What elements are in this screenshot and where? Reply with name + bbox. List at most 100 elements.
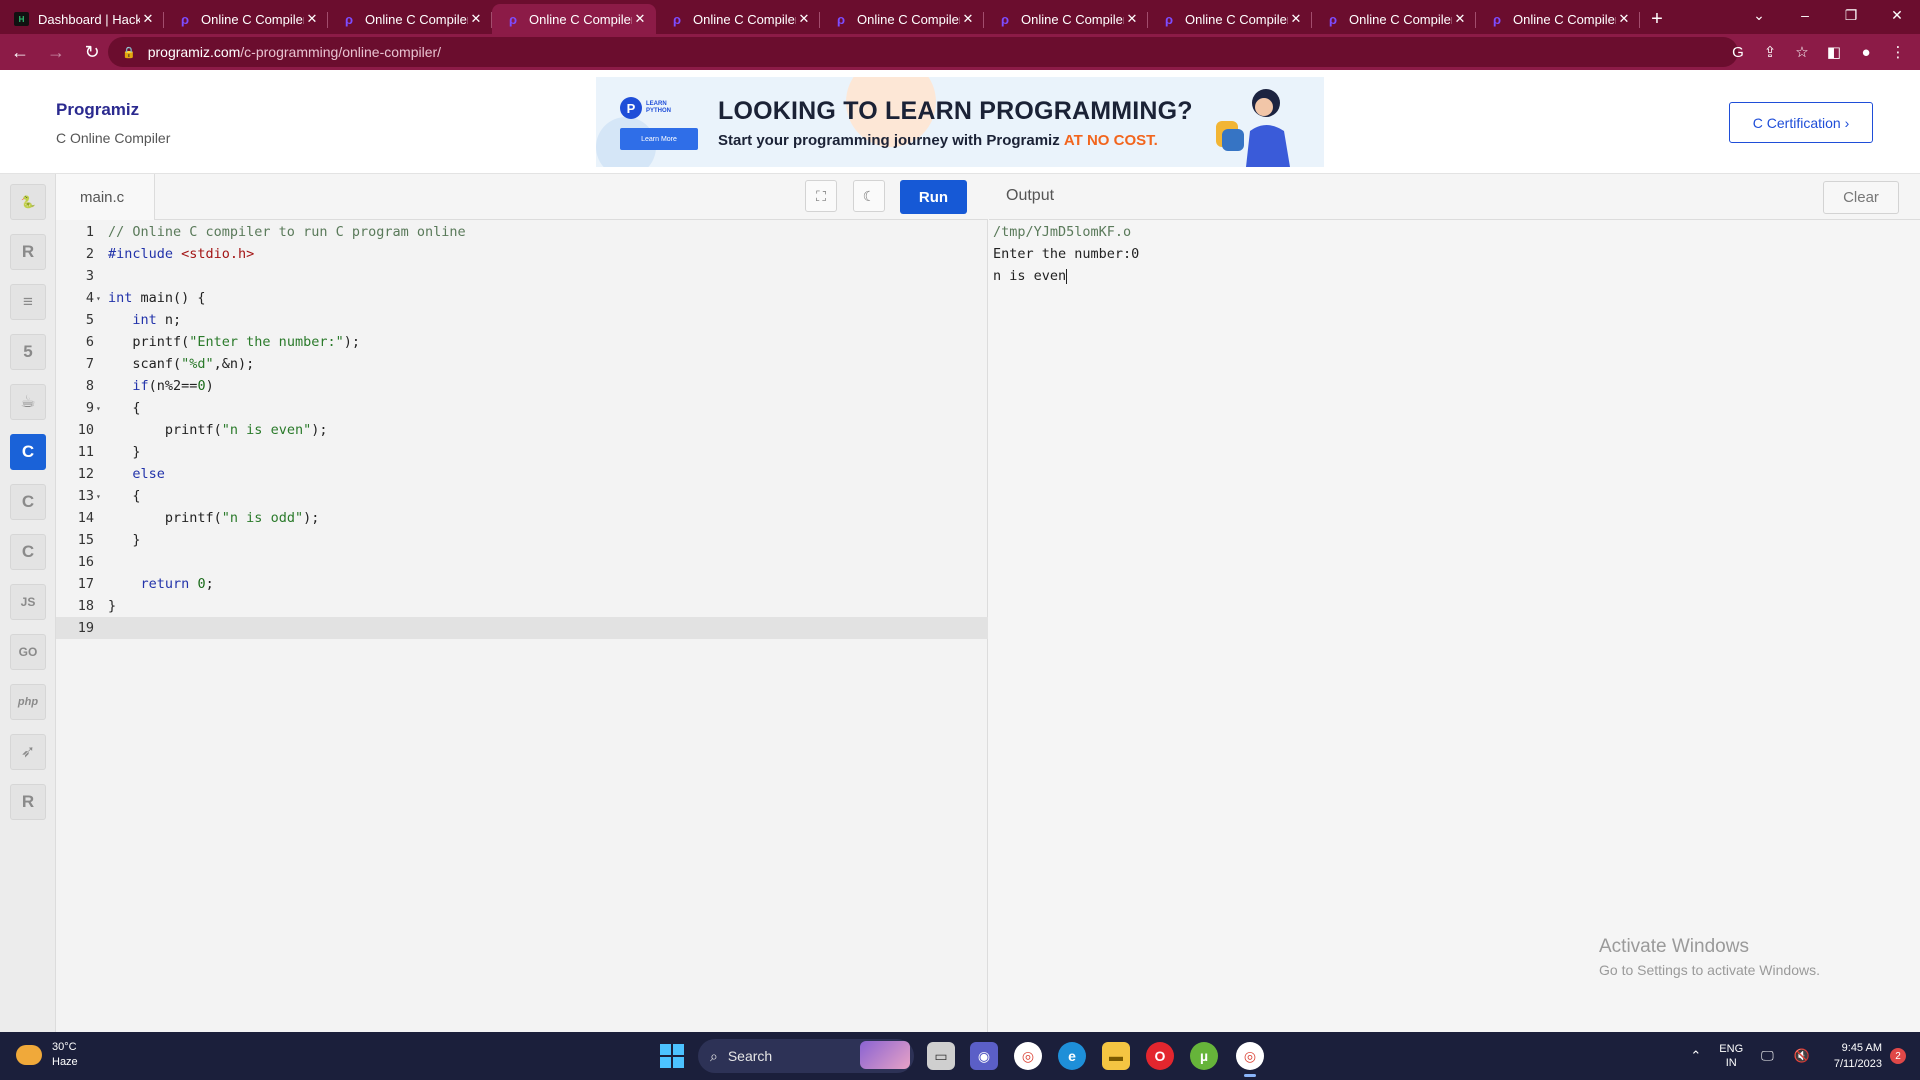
browser-tab[interactable]: ρ Online C Compiler ✕ — [1312, 4, 1476, 34]
fold-caret-icon[interactable]: ▾ — [94, 294, 104, 303]
code-area[interactable]: 1 // Online C compiler to run C program o… — [56, 221, 988, 639]
javascript-icon[interactable]: JS — [10, 584, 46, 620]
code-line[interactable]: 15 } — [56, 529, 988, 551]
notification-badge[interactable]: 2 — [1890, 1048, 1906, 1064]
chevron-up-icon[interactable]: ⌃ — [1690, 1048, 1701, 1064]
code-line[interactable]: 8 if(n%2==0) — [56, 375, 988, 397]
google-icon[interactable]: G — [1726, 40, 1750, 64]
code-token: #include — [108, 246, 182, 262]
address-bar[interactable]: 🔒 programiz.com/c-programming/online-com… — [108, 37, 1738, 67]
browser-tab[interactable]: ρ Online C Compiler ✕ — [1148, 4, 1312, 34]
output-panel: Output Clear /tmp/YJmD5lomKF.o Enter the… — [989, 174, 1920, 1032]
language-indicator[interactable]: ENG IN — [1719, 1042, 1743, 1070]
file-tab-main-c[interactable]: main.c — [56, 174, 155, 220]
chrome-profile-icon[interactable]: ◎ — [1236, 1042, 1264, 1077]
reload-button[interactable]: ↻ — [76, 38, 108, 66]
forward-button[interactable]: → — [40, 38, 72, 66]
close-tab-icon[interactable]: ✕ — [1124, 11, 1140, 27]
browser-tab[interactable]: ρ Online C Compiler ✕ — [328, 4, 492, 34]
browser-tab[interactable]: ρ Online C Compiler ✕ — [820, 4, 984, 34]
close-tab-icon[interactable]: ✕ — [1452, 11, 1468, 27]
clock[interactable]: 9:45 AM 7/11/2023 — [1834, 1040, 1882, 1072]
edge-icon[interactable]: e — [1058, 1042, 1086, 1070]
code-text: #include <stdio.h> — [104, 246, 254, 262]
profile-icon[interactable]: ● — [1854, 40, 1878, 64]
clear-button[interactable]: Clear — [1823, 181, 1899, 214]
close-tab-icon[interactable]: ✕ — [960, 11, 976, 27]
go-icon[interactable]: GO — [10, 634, 46, 670]
swift-icon[interactable]: ➶ — [10, 734, 46, 770]
c-certification-button[interactable]: C Certification › — [1729, 102, 1873, 143]
tab-search-icon[interactable]: ⌄ — [1736, 0, 1782, 30]
opera-icon[interactable]: O — [1146, 1042, 1174, 1070]
fullscreen-icon[interactable]: ⛶ — [805, 180, 837, 212]
code-line[interactable]: 3 — [56, 265, 988, 287]
code-line[interactable]: 13 ▾ { — [56, 485, 988, 507]
cpp-icon[interactable]: C — [10, 484, 46, 520]
browser-tab[interactable]: ρ Online C Compiler ✕ — [492, 4, 656, 34]
c-icon[interactable]: C — [10, 434, 46, 470]
browser-tab[interactable]: ρ Online C Compiler ✕ — [984, 4, 1148, 34]
close-window-button[interactable]: ✕ — [1874, 0, 1920, 30]
weather-widget[interactable]: 30°C Haze — [16, 1040, 78, 1070]
browser-tab[interactable]: ρ Online C Compiler ✕ — [1476, 4, 1640, 34]
new-tab-button[interactable]: + — [1640, 4, 1674, 34]
python-icon[interactable]: 🐍 — [10, 184, 46, 220]
close-tab-icon[interactable]: ✕ — [304, 11, 320, 27]
restore-button[interactable]: ❐ — [1828, 0, 1874, 30]
teams-chat-icon[interactable]: ◉ — [970, 1042, 998, 1070]
code-line[interactable]: 11 } — [56, 441, 988, 463]
speaker-muted-icon[interactable]: 🔇 — [1794, 1048, 1810, 1064]
r-icon[interactable]: R — [10, 234, 46, 270]
code-line[interactable]: 16 — [56, 551, 988, 573]
close-tab-icon[interactable]: ✕ — [632, 11, 648, 27]
menu-kebab-icon[interactable]: ⋮ — [1886, 40, 1910, 64]
csharp-icon[interactable]: C — [10, 534, 46, 570]
php-icon[interactable]: php — [10, 684, 46, 720]
close-tab-icon[interactable]: ✕ — [796, 11, 812, 27]
side-panel-icon[interactable]: ◧ — [1822, 40, 1846, 64]
code-line[interactable]: 4 ▾ int main() { — [56, 287, 988, 309]
code-line[interactable]: 17 return 0; — [56, 573, 988, 595]
close-tab-icon[interactable]: ✕ — [1616, 11, 1632, 27]
close-tab-icon[interactable]: ✕ — [140, 11, 156, 27]
browser-tab[interactable]: ρ Online C Compiler ✕ — [164, 4, 328, 34]
ad-banner[interactable]: P LEARN PYTHON Learn More LOOKING TO LEAR… — [596, 77, 1324, 167]
code-line[interactable]: 12 else — [56, 463, 988, 485]
code-line[interactable]: 19 — [56, 617, 988, 639]
learn-more-button[interactable]: Learn More — [620, 128, 698, 150]
share-icon[interactable]: ⇪ — [1758, 40, 1782, 64]
close-tab-icon[interactable]: ✕ — [1288, 11, 1304, 27]
sql-icon[interactable]: ≡ — [10, 284, 46, 320]
code-line[interactable]: 1 // Online C compiler to run C program o… — [56, 221, 988, 243]
java-icon[interactable]: ☕ — [10, 384, 46, 420]
code-line[interactable]: 10 printf("n is even"); — [56, 419, 988, 441]
dark-mode-icon[interactable]: ☾ — [853, 180, 885, 212]
code-line[interactable]: 18} — [56, 595, 988, 617]
chrome-icon[interactable]: ◎ — [1014, 1042, 1042, 1070]
code-line[interactable]: 14 printf("n is odd"); — [56, 507, 988, 529]
programiz-logo[interactable]: Programiz — [56, 100, 139, 120]
code-line[interactable]: 9 ▾ { — [56, 397, 988, 419]
browser-tab[interactable]: H Dashboard | Hackerr✕ — [0, 4, 164, 34]
minimize-button[interactable]: – — [1782, 0, 1828, 30]
code-line[interactable]: 6 printf("Enter the number:"); — [56, 331, 988, 353]
fold-caret-icon[interactable]: ▾ — [94, 492, 104, 501]
bookmark-star-icon[interactable]: ☆ — [1790, 40, 1814, 64]
run-button[interactable]: Run — [900, 180, 967, 214]
network-icon[interactable]: 🖵 — [1761, 1048, 1774, 1064]
file-explorer-view-icon[interactable]: ▭ — [927, 1042, 955, 1070]
code-line[interactable]: 2 #include <stdio.h> — [56, 243, 988, 265]
utorrent-icon[interactable]: µ — [1190, 1042, 1218, 1070]
code-line[interactable]: 5 int n; — [56, 309, 988, 331]
fold-caret-icon[interactable]: ▾ — [94, 404, 104, 413]
file-explorer-icon[interactable]: ▬ — [1102, 1042, 1130, 1070]
output-console[interactable]: /tmp/YJmD5lomKF.o Enter the number:0 n i… — [993, 221, 1139, 287]
close-tab-icon[interactable]: ✕ — [468, 11, 484, 27]
html-icon[interactable]: 5 — [10, 334, 46, 370]
code-line[interactable]: 7 scanf("%d",&n); — [56, 353, 988, 375]
back-button[interactable]: ← — [4, 38, 36, 66]
browser-tab[interactable]: ρ Online C Compiler ✕ — [656, 4, 820, 34]
rust-icon[interactable]: R — [10, 784, 46, 820]
windows-start-icon[interactable] — [660, 1044, 684, 1068]
